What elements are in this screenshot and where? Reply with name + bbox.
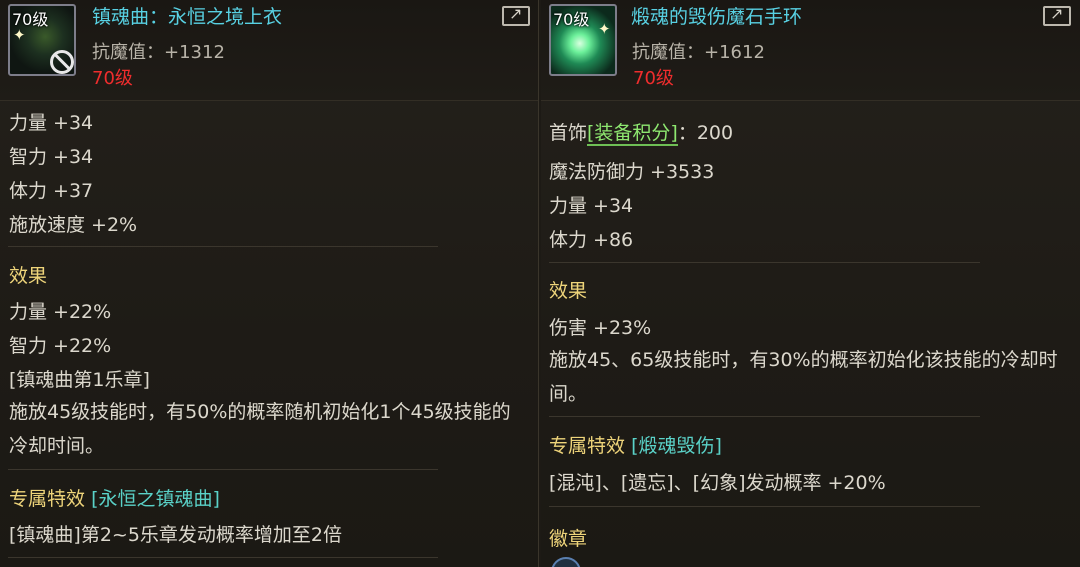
item-title: 镇魂曲：永恒之境上衣: [92, 6, 283, 28]
special-effect-description: [镇魂曲]第2~5乐章发动概率增加至2倍: [9, 524, 343, 546]
divider: [549, 416, 980, 417]
special-effect-name: [煅魂毁伤]: [631, 435, 722, 457]
item-tooltip-right: 70级 ✦ 煅魂的毁伤魔石手环 抗魔值：+1612 70级 首饰[装备积分]：2…: [541, 0, 1080, 567]
divider: [549, 262, 980, 263]
stat-line: 智力 +34: [9, 146, 94, 168]
tooltip-header: 70级 ✦ 镇魂曲：永恒之境上衣 抗魔值：+1312 70级: [0, 0, 538, 101]
divider: [549, 506, 980, 507]
bracelet-icon: 70级 ✦: [549, 4, 617, 76]
armor-top-icon: 70级 ✦: [8, 4, 76, 76]
effect-line: [镇魂曲第1乐章]: [9, 369, 150, 391]
special-effect-description: [混沌]、[遗忘]、[幻象]发动概率 +20%: [549, 472, 886, 494]
special-effect-label: 专属特效: [9, 488, 86, 510]
effect-heading: 效果: [9, 265, 48, 287]
resistance-value: 抗魔值：+1312: [92, 42, 225, 63]
stat-line: 施放速度 +2%: [9, 214, 138, 236]
effect-line: 力量 +22%: [9, 301, 112, 323]
stat-line: 体力 +86: [549, 229, 634, 251]
sparkle-icon: ✦: [598, 20, 611, 38]
divider: [8, 469, 438, 470]
score-tag: [装备积分]: [587, 122, 678, 146]
effect-description: 施放45级技能时，有50%的概率随机初始化1个45级技能的冷却时间。: [9, 401, 511, 457]
badge-heading: 徽章: [549, 528, 588, 550]
equipment-score: 首饰[装备积分]：200: [549, 118, 734, 146]
compare-icon[interactable]: [502, 4, 530, 26]
score-prefix: 首饰: [549, 122, 588, 144]
tooltip-header: 70级 ✦ 煅魂的毁伤魔石手环 抗魔值：+1612 70级: [541, 0, 1080, 101]
effect-line: 智力 +22%: [9, 335, 112, 357]
stat-line: 力量 +34: [549, 195, 634, 217]
stat-line: 体力 +37: [9, 180, 94, 202]
resistance-value: 抗魔值：+1612: [632, 42, 765, 63]
divider: [8, 246, 438, 247]
badge-slot-icon[interactable]: [551, 557, 581, 567]
effect-heading: 效果: [549, 280, 588, 302]
effect-line: 伤害 +23%: [549, 317, 652, 339]
level-requirement: 70级: [633, 68, 674, 89]
score-value: ：200: [677, 122, 734, 144]
item-title: 煅魂的毁伤魔石手环: [631, 6, 803, 28]
divider: [8, 557, 438, 558]
stat-line: 力量 +34: [9, 112, 94, 134]
special-effect-heading: 专属特效 [煅魂毁伤]: [549, 431, 722, 458]
special-effect-name: [永恒之镇魂曲]: [91, 488, 220, 510]
item-tooltip-left: 70级 ✦ 镇魂曲：永恒之境上衣 抗魔值：+1312 70级 力量 +34 智力…: [0, 0, 539, 567]
stat-line: 魔法防御力 +3533: [549, 161, 715, 183]
special-effect-label: 专属特效: [549, 435, 626, 457]
special-effect-heading: 专属特效 [永恒之镇魂曲]: [9, 484, 220, 511]
compare-icon[interactable]: [1043, 4, 1071, 26]
effect-description: 施放45、65级技能时，有30%的概率初始化该技能的冷却时间。: [549, 349, 1058, 405]
level-requirement: 70级: [92, 68, 133, 89]
level-badge: 70级: [553, 10, 590, 29]
prohibit-icon: [50, 50, 74, 74]
sparkle-icon: ✦: [13, 26, 26, 44]
